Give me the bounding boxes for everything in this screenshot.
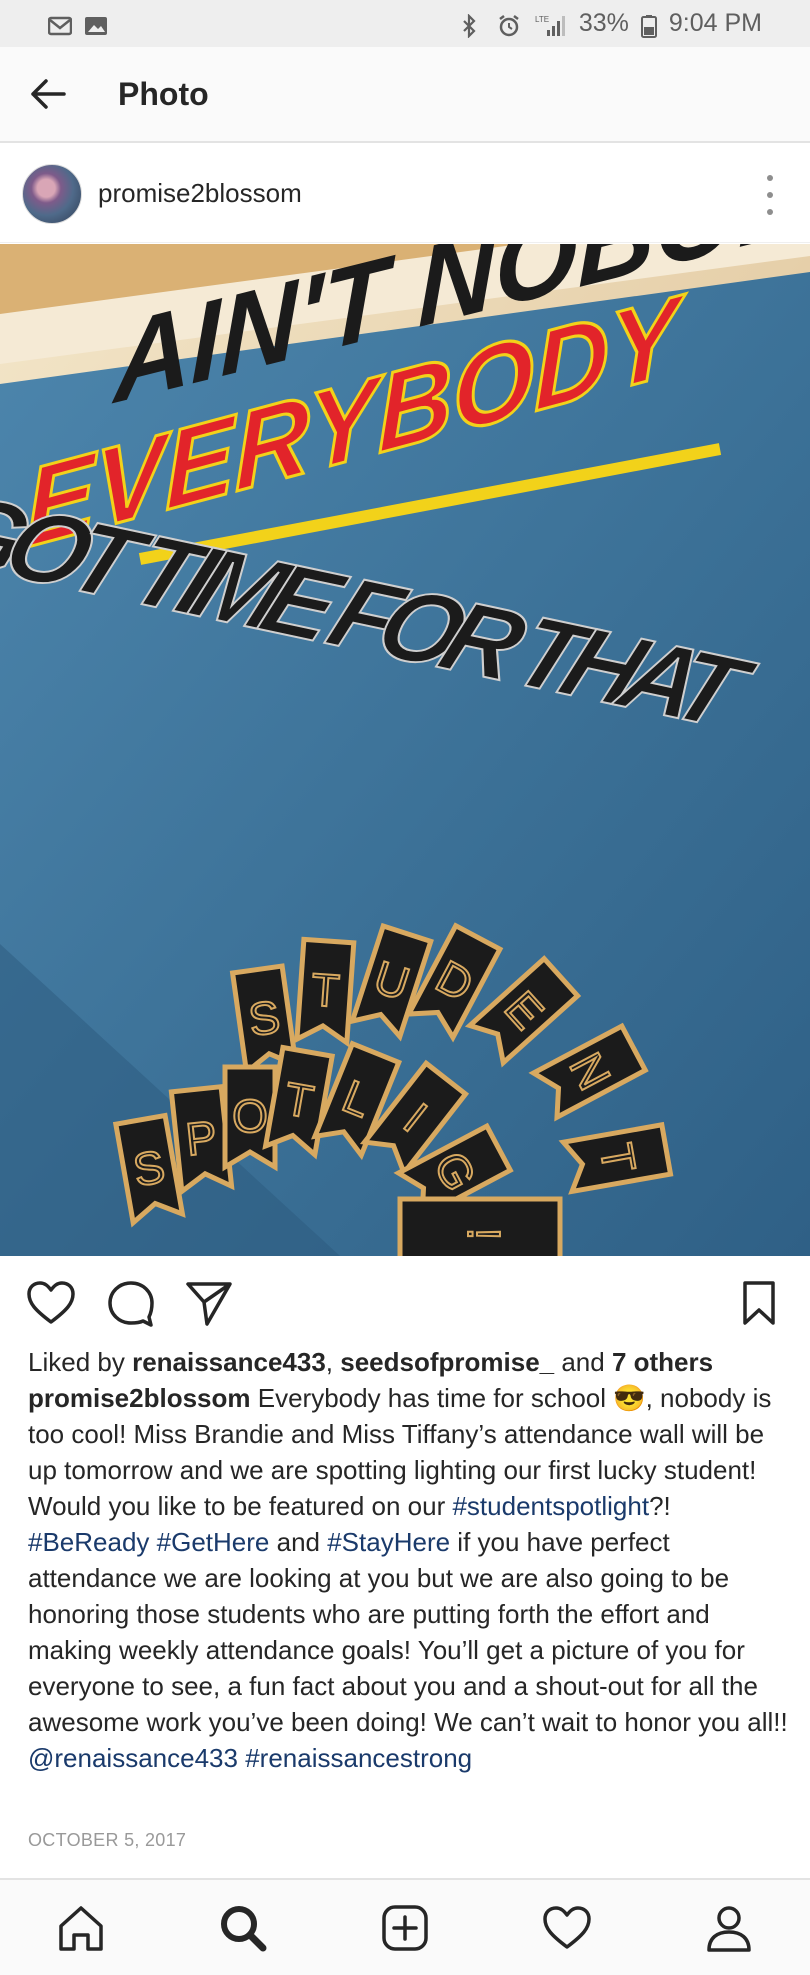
- home-icon: [59, 1905, 103, 1951]
- liked-by-user[interactable]: renaissance433: [132, 1347, 326, 1377]
- hashtag[interactable]: #renaissancestrong: [245, 1743, 472, 1773]
- likes-prefix: Liked by: [28, 1347, 133, 1377]
- comment-icon: [108, 1281, 154, 1327]
- nav-activity[interactable]: [537, 1898, 597, 1958]
- caption-segment: ?!: [649, 1491, 671, 1521]
- bulletin-board-image: AIN'T NOBODY EVERYBODY GOT TIME FOR THAT…: [0, 244, 810, 1256]
- nav-profile[interactable]: [699, 1898, 759, 1958]
- like-button[interactable]: [26, 1278, 76, 1328]
- heart-icon: [543, 1905, 591, 1949]
- hashtag[interactable]: #BeReady: [28, 1527, 149, 1557]
- more-dot: [767, 175, 773, 181]
- hashtag[interactable]: #GetHere: [157, 1527, 270, 1557]
- more-options-button[interactable]: [760, 175, 780, 215]
- send-icon: [186, 1282, 232, 1326]
- nav-add[interactable]: [375, 1898, 435, 1958]
- battery-icon: [640, 14, 657, 38]
- app-bar: Photo: [0, 47, 810, 143]
- caption-author[interactable]: promise2blossom: [28, 1383, 251, 1413]
- bookmark-icon: [743, 1281, 775, 1325]
- bottom-navigation: [0, 1878, 810, 1975]
- post-username[interactable]: promise2blossom: [98, 178, 302, 209]
- heart-icon: [27, 1281, 75, 1324]
- liked-by-user[interactable]: seedsofpromise_: [340, 1347, 554, 1377]
- svg-text:P: P: [183, 1111, 219, 1166]
- avatar[interactable]: [22, 163, 82, 224]
- post-actions: [0, 1256, 810, 1348]
- signal-icon: LTE: [533, 14, 567, 36]
- gmail-icon: [47, 14, 73, 35]
- bluetooth-icon: [461, 12, 485, 39]
- clock: 9:04 PM: [668, 9, 762, 37]
- post-date: OCTOBER 5, 2017: [28, 1830, 187, 1850]
- svg-text:T: T: [310, 963, 342, 1017]
- mention[interactable]: @renaissance433: [28, 1743, 238, 1773]
- profile-icon: [707, 1905, 751, 1952]
- battery-percent: 33%: [578, 9, 629, 37]
- search-icon: [221, 1905, 267, 1951]
- likes-and: and: [554, 1347, 612, 1377]
- caption-text: promise2blossom Everybody has time for s…: [28, 1380, 788, 1776]
- post-header: promise2blossom: [0, 145, 810, 243]
- post-caption-area: Liked by renaissance433, seedsofpromise_…: [28, 1344, 788, 1776]
- caption-segment: if you have perfect attendance we are lo…: [28, 1527, 788, 1737]
- hashtag[interactable]: #studentspotlight: [452, 1491, 649, 1521]
- more-dot: [767, 192, 773, 198]
- nav-home[interactable]: [51, 1898, 111, 1958]
- add-icon: [382, 1904, 428, 1951]
- arrow-left-icon: [31, 79, 66, 109]
- status-bar: LTE 33% 9:04 PM: [0, 0, 810, 47]
- status-left: [47, 14, 108, 35]
- gallery-icon: [84, 14, 108, 35]
- likes-separator: ,: [325, 1347, 341, 1377]
- back-button[interactable]: [24, 70, 72, 118]
- caption-segment: and: [269, 1527, 328, 1557]
- page-title: Photo: [118, 75, 209, 112]
- svg-text:!: !: [458, 1228, 510, 1241]
- likes-line: Liked by renaissance433, seedsofpromise_…: [28, 1344, 788, 1380]
- more-dot: [767, 209, 773, 215]
- nav-search[interactable]: [213, 1898, 273, 1958]
- status-right: LTE 33% 9:04 PM: [461, 9, 762, 39]
- post-photo[interactable]: AIN'T NOBODY EVERYBODY GOT TIME FOR THAT…: [0, 244, 810, 1256]
- alarm-icon: [497, 14, 521, 36]
- share-button[interactable]: [184, 1278, 234, 1328]
- save-button[interactable]: [734, 1278, 784, 1328]
- likes-others[interactable]: 7 others: [612, 1347, 713, 1377]
- hashtag[interactable]: #StayHere: [327, 1527, 450, 1557]
- network-label: LTE: [535, 15, 549, 24]
- comment-button[interactable]: [106, 1278, 156, 1328]
- svg-text:O: O: [232, 1090, 268, 1142]
